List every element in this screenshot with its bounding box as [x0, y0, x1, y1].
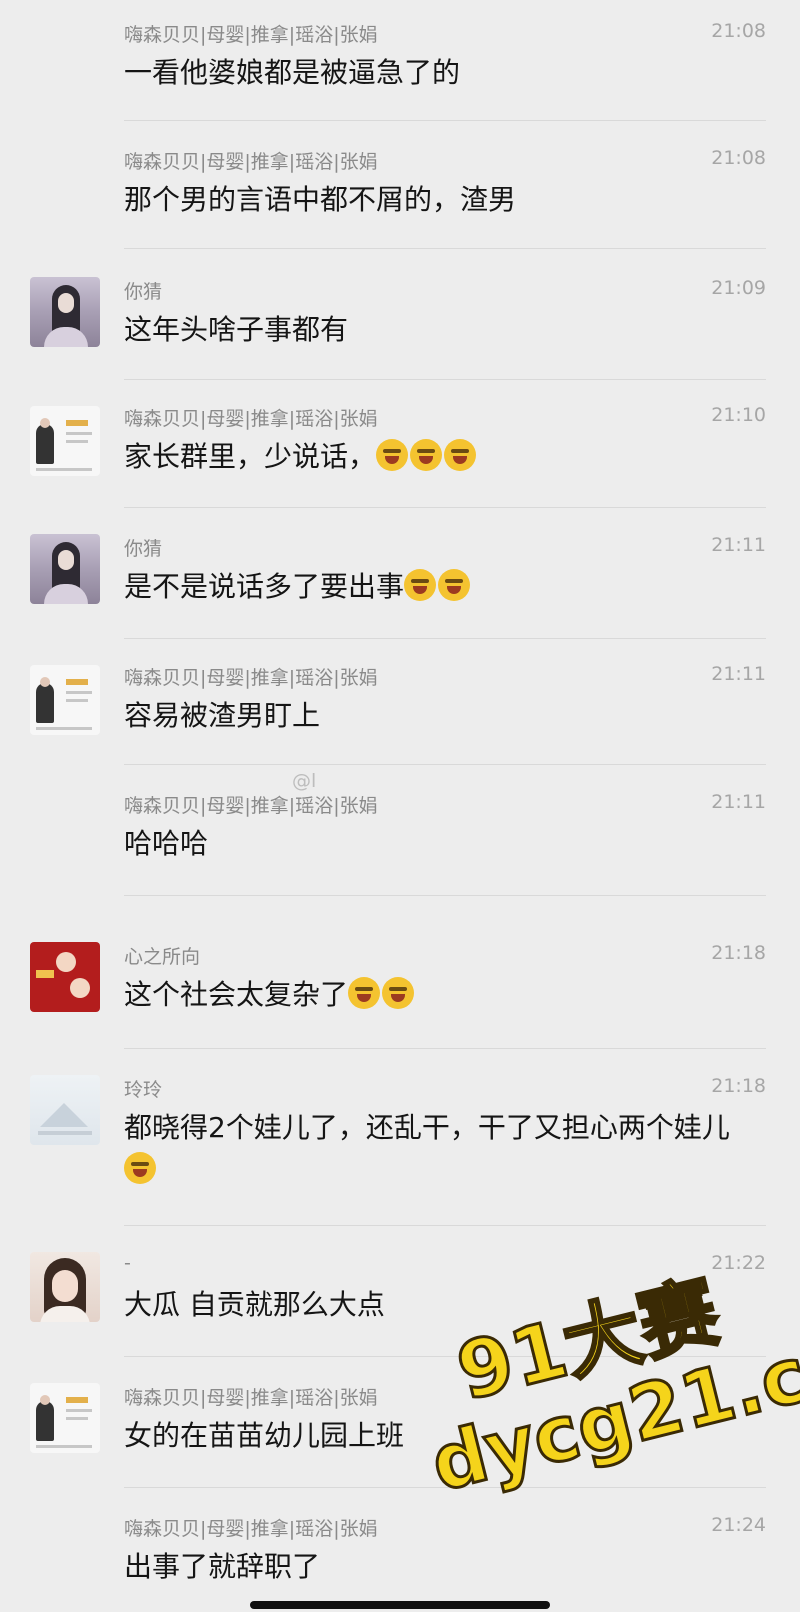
- sender-name: 嗨森贝贝|母婴|推拿|瑶浴|张娟: [124, 1387, 378, 1409]
- sender-name: 你猜: [124, 538, 163, 560]
- avatar[interactable]: [30, 1383, 100, 1453]
- avatar[interactable]: [30, 1075, 100, 1145]
- message-text: 是不是说话多了要出事: [124, 566, 754, 608]
- message-time: 21:11: [711, 791, 766, 813]
- rolling-laugh-emoji: [438, 569, 471, 601]
- avatar[interactable]: [30, 406, 100, 476]
- sender-name: 嗨森贝贝|母婴|推拿|瑶浴|张娟: [124, 24, 378, 46]
- sender-name: 玲玲: [124, 1079, 163, 1101]
- list-item[interactable]: 你猜 21:09 这年头啥子事都有: [0, 249, 800, 379]
- message-text: 这年头啥子事都有: [124, 313, 349, 346]
- sender-name: 心之所向: [124, 946, 201, 968]
- list-item[interactable]: 嗨森贝贝|母婴|推拿|瑶浴|张娟 21:11 哈哈哈: [0, 765, 800, 895]
- message-text: 那个男的言语中都不屑的，渣男: [124, 183, 517, 216]
- sender-name: 嗨森贝贝|母婴|推拿|瑶浴|张娟: [124, 408, 378, 430]
- sender-name: 嗨森贝贝|母婴|推拿|瑶浴|张娟: [124, 151, 378, 173]
- message-time: 21:08: [711, 20, 766, 42]
- list-item[interactable]: 玲玲 21:18 都晓得2个娃儿了，还乱干，干了又担心两个娃儿: [0, 1049, 800, 1225]
- rolling-laugh-emoji: [124, 1152, 156, 1184]
- message-text: 这个社会太复杂了: [124, 974, 754, 1016]
- laughing-tears-emoji: [410, 439, 443, 471]
- message-time: 21:08: [711, 147, 766, 169]
- list-item[interactable]: 心之所向 21:18 这个社会太复杂了: [0, 896, 800, 1048]
- message-time: 21:11: [711, 663, 766, 685]
- laughing-tears-emoji: [376, 439, 409, 471]
- avatar[interactable]: [30, 665, 100, 735]
- laughing-tears-emoji: [444, 439, 477, 471]
- message-text: 哈哈哈: [124, 827, 209, 860]
- message-time: 21:18: [711, 942, 766, 964]
- rolling-laugh-emoji: [382, 977, 415, 1009]
- list-item[interactable]: 嗨森贝贝|母婴|推拿|瑶浴|张娟 21:11 容易被渣男盯上: [0, 639, 800, 764]
- sender-name: 嗨森贝贝|母婴|推拿|瑶浴|张娟: [124, 795, 378, 817]
- message-time: 21:11: [711, 534, 766, 556]
- list-item[interactable]: 嗨森贝贝|母婴|推拿|瑶浴|张娟 21:08 一看他婆娘都是被逼急了的: [0, 0, 800, 120]
- message-time: 21:10: [711, 404, 766, 426]
- message-text: 容易被渣男盯上: [124, 699, 321, 732]
- list-item[interactable]: 嗨森贝贝|母婴|推拿|瑶浴|张娟 21:10 家长群里，少说话，: [0, 380, 800, 507]
- sender-name: 嗨森贝贝|母婴|推拿|瑶浴|张娟: [124, 667, 378, 689]
- message-text: 一看他婆娘都是被逼急了的: [124, 56, 461, 89]
- home-indicator[interactable]: [250, 1601, 550, 1609]
- message-text: 都晓得2个娃儿了，还乱干，干了又担心两个娃儿: [124, 1107, 754, 1191]
- sender-name: 嗨森贝贝|母婴|推拿|瑶浴|张娟: [124, 1518, 378, 1540]
- weibo-watermark: @l: [292, 770, 317, 792]
- sender-name: -: [124, 1252, 131, 1274]
- avatar[interactable]: [30, 1252, 100, 1322]
- avatar[interactable]: [30, 942, 100, 1012]
- avatar[interactable]: [30, 534, 100, 604]
- message-time: 21:09: [711, 277, 766, 299]
- message-text: 家长群里，少说话，: [124, 436, 754, 478]
- message-time: 21:18: [711, 1075, 766, 1097]
- avatar[interactable]: [30, 277, 100, 347]
- rolling-laugh-emoji: [348, 977, 381, 1009]
- rolling-laugh-emoji: [404, 569, 437, 601]
- sender-name: 你猜: [124, 281, 163, 303]
- list-item[interactable]: 嗨森贝贝|母婴|推拿|瑶浴|张娟 21:08 那个男的言语中都不屑的，渣男: [0, 121, 800, 248]
- message-text: 出事了就辞职了: [124, 1550, 321, 1583]
- list-item[interactable]: 你猜 21:11 是不是说话多了要出事: [0, 508, 800, 638]
